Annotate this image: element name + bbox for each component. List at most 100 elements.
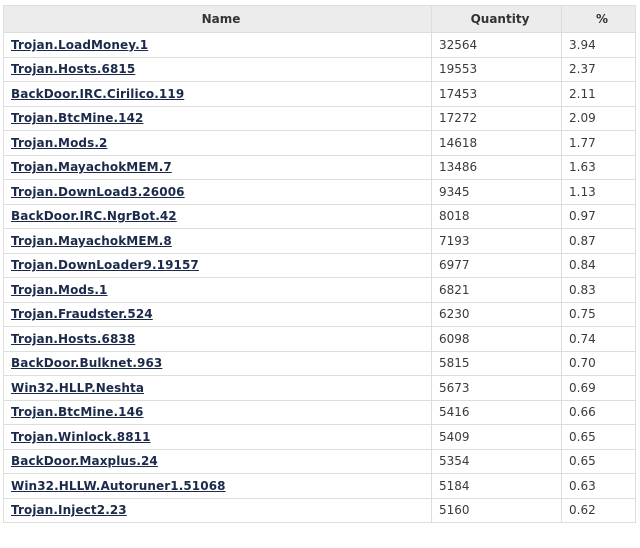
quantity-cell: 17272 xyxy=(431,105,562,131)
threat-table-container: Name Quantity % Trojan.LoadMoney.1 32564 3… xyxy=(3,5,636,523)
quantity-cell: 17453 xyxy=(431,81,562,107)
name-cell: Trojan.Mods.1 xyxy=(3,277,432,303)
quantity-cell: 5673 xyxy=(431,375,562,401)
threat-name-link[interactable]: Win32.HLLW.Autoruner1.51068 xyxy=(11,479,226,493)
table-row: BackDoor.Bulknet.963 5815 0.70 xyxy=(3,350,636,376)
table-row: Trojan.BtcMine.146 5416 0.66 xyxy=(3,399,636,425)
table-row: Trojan.LoadMoney.1 32564 3.94 xyxy=(3,32,636,58)
threat-name-link[interactable]: Trojan.Winlock.8811 xyxy=(11,430,151,444)
quantity-cell: 5416 xyxy=(431,399,562,425)
name-cell: Trojan.Hosts.6815 xyxy=(3,56,432,82)
table-body: Trojan.LoadMoney.1 32564 3.94 Trojan.Hosts.… xyxy=(3,32,636,523)
threat-name-link[interactable]: BackDoor.Bulknet.963 xyxy=(11,356,162,370)
name-cell: Win32.HLLP.Neshta xyxy=(3,375,432,401)
percent-cell: 2.09 xyxy=(561,105,636,131)
quantity-cell: 14618 xyxy=(431,130,562,156)
threat-name-link[interactable]: Trojan.LoadMoney.1 xyxy=(11,38,148,52)
table-row: BackDoor.IRC.Cirilico.119 17453 2.11 xyxy=(3,81,636,107)
name-cell: Trojan.LoadMoney.1 xyxy=(3,32,432,58)
threat-name-link[interactable]: BackDoor.IRC.Cirilico.119 xyxy=(11,87,184,101)
name-cell: Trojan.BtcMine.146 xyxy=(3,399,432,425)
table-row: Win32.HLLP.Neshta 5673 0.69 xyxy=(3,375,636,401)
quantity-cell: 7193 xyxy=(431,228,562,254)
name-cell: Trojan.Inject2.23 xyxy=(3,497,432,523)
name-cell: Trojan.MayachokMEM.8 xyxy=(3,228,432,254)
threat-name-link[interactable]: Trojan.DownLoad3.26006 xyxy=(11,185,185,199)
percent-cell: 0.97 xyxy=(561,203,636,229)
table-row: Trojan.DownLoad3.26006 9345 1.13 xyxy=(3,179,636,205)
name-cell: BackDoor.IRC.Cirilico.119 xyxy=(3,81,432,107)
threat-name-link[interactable]: Win32.HLLP.Neshta xyxy=(11,381,144,395)
table-row: Trojan.Inject2.23 5160 0.62 xyxy=(3,497,636,523)
table-header-row: Name Quantity % xyxy=(3,5,636,33)
threat-name-link[interactable]: Trojan.Hosts.6815 xyxy=(11,62,135,76)
threat-name-link[interactable]: Trojan.Mods.2 xyxy=(11,136,107,150)
quantity-cell: 5354 xyxy=(431,448,562,474)
table-row: Trojan.DownLoader9.19157 6977 0.84 xyxy=(3,252,636,278)
name-cell: BackDoor.IRC.NgrBot.42 xyxy=(3,203,432,229)
table-row: Trojan.Hosts.6815 19553 2.37 xyxy=(3,56,636,82)
threat-table: Name Quantity % Trojan.LoadMoney.1 32564 3… xyxy=(3,5,636,523)
quantity-cell: 5184 xyxy=(431,473,562,499)
threat-name-link[interactable]: Trojan.Mods.1 xyxy=(11,283,107,297)
threat-name-link[interactable]: Trojan.BtcMine.142 xyxy=(11,111,143,125)
table-row: Trojan.Mods.1 6821 0.83 xyxy=(3,277,636,303)
name-cell: Trojan.Mods.2 xyxy=(3,130,432,156)
percent-cell: 2.37 xyxy=(561,56,636,82)
percent-cell: 0.65 xyxy=(561,448,636,474)
table-row: BackDoor.IRC.NgrBot.42 8018 0.97 xyxy=(3,203,636,229)
threat-name-link[interactable]: Trojan.Hosts.6838 xyxy=(11,332,135,346)
threat-name-link[interactable]: Trojan.Fraudster.524 xyxy=(11,307,153,321)
quantity-cell: 13486 xyxy=(431,154,562,180)
quantity-cell: 6098 xyxy=(431,326,562,352)
threat-name-link[interactable]: BackDoor.Maxplus.24 xyxy=(11,454,158,468)
percent-cell: 3.94 xyxy=(561,32,636,58)
name-cell: Trojan.Fraudster.524 xyxy=(3,301,432,327)
name-cell: Win32.HLLW.Autoruner1.51068 xyxy=(3,473,432,499)
percent-column-header: % xyxy=(561,5,636,33)
quantity-cell: 32564 xyxy=(431,32,562,58)
name-cell: Trojan.DownLoad3.26006 xyxy=(3,179,432,205)
percent-cell: 0.87 xyxy=(561,228,636,254)
table-row: Trojan.Winlock.8811 5409 0.65 xyxy=(3,424,636,450)
percent-cell: 1.13 xyxy=(561,179,636,205)
quantity-cell: 5815 xyxy=(431,350,562,376)
threat-name-link[interactable]: Trojan.MayachokMEM.8 xyxy=(11,234,172,248)
percent-cell: 0.69 xyxy=(561,375,636,401)
threat-name-link[interactable]: BackDoor.IRC.NgrBot.42 xyxy=(11,209,177,223)
name-cell: Trojan.BtcMine.142 xyxy=(3,105,432,131)
name-cell: BackDoor.Maxplus.24 xyxy=(3,448,432,474)
threat-name-link[interactable]: Trojan.Inject2.23 xyxy=(11,503,127,517)
quantity-cell: 6821 xyxy=(431,277,562,303)
name-cell: Trojan.Winlock.8811 xyxy=(3,424,432,450)
quantity-cell: 5160 xyxy=(431,497,562,523)
quantity-cell: 6977 xyxy=(431,252,562,278)
percent-cell: 2.11 xyxy=(561,81,636,107)
table-row: Trojan.MayachokMEM.8 7193 0.87 xyxy=(3,228,636,254)
percent-cell: 1.63 xyxy=(561,154,636,180)
quantity-cell: 8018 xyxy=(431,203,562,229)
percent-cell: 0.66 xyxy=(561,399,636,425)
threat-name-link[interactable]: Trojan.MayachokMEM.7 xyxy=(11,160,172,174)
threat-name-link[interactable]: Trojan.BtcMine.146 xyxy=(11,405,143,419)
percent-cell: 0.62 xyxy=(561,497,636,523)
name-column-header: Name xyxy=(3,5,432,33)
name-cell: BackDoor.Bulknet.963 xyxy=(3,350,432,376)
table-row: Trojan.BtcMine.142 17272 2.09 xyxy=(3,105,636,131)
name-cell: Trojan.Hosts.6838 xyxy=(3,326,432,352)
threat-name-link[interactable]: Trojan.DownLoader9.19157 xyxy=(11,258,199,272)
name-cell: Trojan.MayachokMEM.7 xyxy=(3,154,432,180)
percent-cell: 0.63 xyxy=(561,473,636,499)
quantity-cell: 19553 xyxy=(431,56,562,82)
percent-cell: 0.65 xyxy=(561,424,636,450)
table-row: Trojan.Hosts.6838 6098 0.74 xyxy=(3,326,636,352)
table-row: BackDoor.Maxplus.24 5354 0.65 xyxy=(3,448,636,474)
percent-cell: 0.74 xyxy=(561,326,636,352)
table-row: Trojan.Mods.2 14618 1.77 xyxy=(3,130,636,156)
table-row: Trojan.Fraudster.524 6230 0.75 xyxy=(3,301,636,327)
quantity-cell: 6230 xyxy=(431,301,562,327)
percent-cell: 1.77 xyxy=(561,130,636,156)
percent-cell: 0.84 xyxy=(561,252,636,278)
percent-cell: 0.70 xyxy=(561,350,636,376)
quantity-cell: 5409 xyxy=(431,424,562,450)
